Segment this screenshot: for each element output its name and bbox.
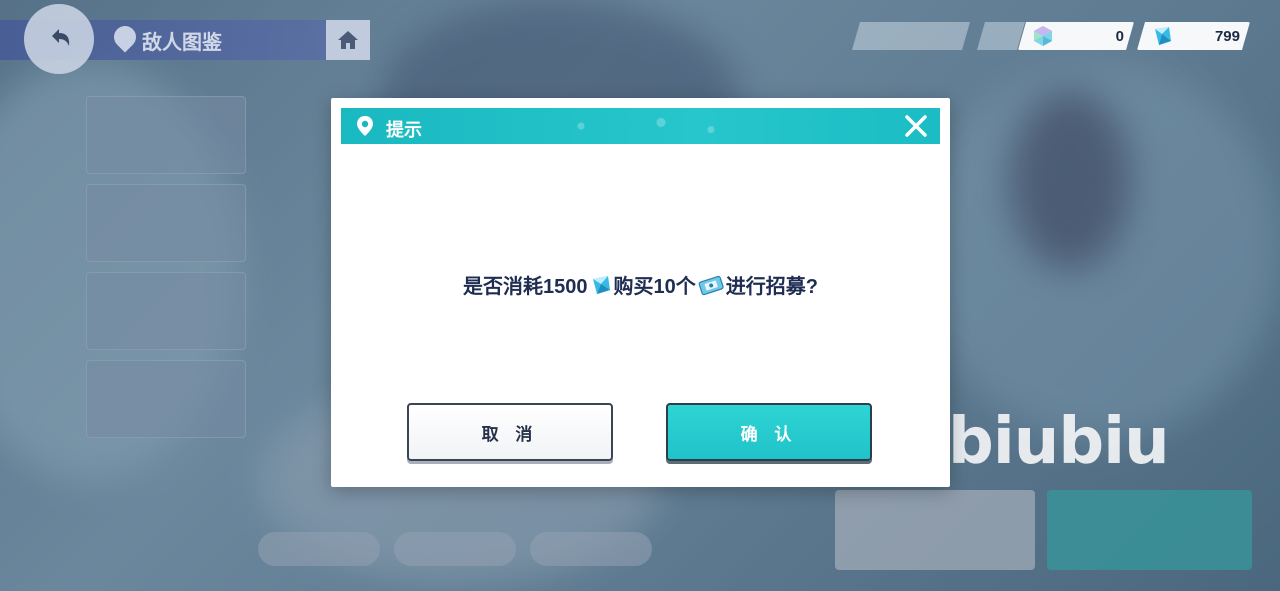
cancel-button[interactable]: 取 消 <box>407 403 613 461</box>
blue-diamond-icon <box>592 275 610 294</box>
location-pin-icon <box>357 116 373 136</box>
header-pattern <box>541 108 741 144</box>
message-middle: 购买10个 <box>613 276 696 298</box>
back-button[interactable] <box>24 4 94 74</box>
recruit-ticket-icon <box>698 275 724 295</box>
dialog-header: 提示 <box>341 108 940 144</box>
dialog-title: 提示 <box>386 120 422 140</box>
currency-diamond[interactable]: 799 <box>1137 22 1250 50</box>
prism-crystal-icon <box>1032 25 1054 47</box>
diamond-count: 799 <box>1214 27 1240 45</box>
message-suffix: 进行招募? <box>725 276 818 298</box>
confirm-dialog: 提示 是否消耗1500 购买10个 进行招募? 取 消 确 认 <box>331 98 950 487</box>
close-button[interactable] <box>900 110 932 142</box>
home-icon <box>338 31 358 49</box>
blue-diamond-icon <box>1151 25 1173 47</box>
watermark-text: biubiu <box>948 405 1170 479</box>
message-prefix: 是否消耗1500 <box>463 276 588 298</box>
confirm-button[interactable]: 确 认 <box>666 403 872 461</box>
back-arrow-icon <box>52 29 70 46</box>
home-button[interactable] <box>326 20 370 60</box>
location-title: 敌人图鉴 <box>142 32 222 54</box>
close-icon <box>905 115 927 137</box>
bg-currency-slot <box>977 22 1025 50</box>
dialog-message: 是否消耗1500 购买10个 进行招募? <box>331 270 950 299</box>
bg-currency-slot <box>852 22 970 50</box>
crystal-count: 0 <box>1115 27 1124 45</box>
currency-crystal[interactable]: 0 <box>1018 22 1134 50</box>
